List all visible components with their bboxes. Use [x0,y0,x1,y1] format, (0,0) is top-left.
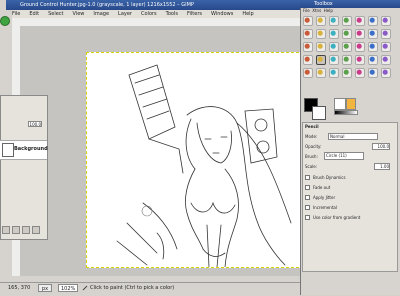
paintbrush-icon[interactable] [329,55,339,65]
layers-dock [0,95,48,240]
toolbox-menubar: File Xtns Help [303,8,399,14]
apply-jitter-label: Apply Jitter [313,195,336,200]
layer-name: Background [14,146,48,152]
brush-select[interactable]: Circle (11) [324,152,364,160]
perspective-clone-icon[interactable] [316,68,326,78]
rect-select-icon[interactable] [303,16,313,26]
foreground-select-icon[interactable] [381,16,391,26]
opacity-label: Opacity: [305,144,322,149]
gradient-color-checkbox[interactable] [305,215,310,220]
menu-edit[interactable]: Edit [29,10,39,18]
toolbox-menu-help[interactable]: Help [324,8,333,13]
image-canvas[interactable] [86,52,304,268]
brush-label: Brush: [305,154,318,159]
toolbox-menu-file[interactable]: File [303,8,310,13]
image-window-title: Ground Control Hunter.jpg-1.0 (grayscale… [20,2,194,8]
color-tool-icon[interactable] [368,68,378,78]
pointer-coordinates: 165, 370 [8,285,31,291]
scale-label: Scale: [305,164,318,169]
rotate-icon[interactable] [303,42,313,52]
flip-icon[interactable] [355,42,365,52]
ink-icon[interactable] [368,55,378,65]
blur-icon[interactable] [329,68,339,78]
heal-icon[interactable] [303,68,313,78]
pattern-preview[interactable] [346,98,356,110]
mode-label: Mode: [305,134,318,139]
ellipse-select-icon[interactable] [316,16,326,26]
text-icon[interactable] [368,42,378,52]
blend-icon[interactable] [303,55,313,65]
lower-layer-button[interactable] [22,226,30,234]
brush-dynamics-label: Brush Dynamics [313,175,346,180]
bucket-fill-icon[interactable] [381,42,391,52]
menu-filters[interactable]: Filters [187,10,202,18]
scale-field[interactable]: 1.00 [374,163,390,170]
measure-icon[interactable] [342,29,352,39]
sketch-drawing [116,64,292,268]
tool-grid [303,16,399,88]
brush-preview[interactable] [334,98,346,110]
zoom-select[interactable]: 102% [58,284,78,292]
fade-out-checkbox[interactable] [305,185,310,190]
brush-dynamics-expander[interactable] [305,175,310,180]
toolbox-menu-xtns[interactable]: Xtns [312,8,321,13]
status-hint: Click to paint (Ctrl to pick a color) [90,285,175,291]
select-by-color-icon[interactable] [355,16,365,26]
fade-out-label: Fade out [313,185,331,190]
airbrush-icon[interactable] [355,55,365,65]
image-window-titlebar[interactable]: Ground Control Hunter.jpg-1.0 (grayscale… [6,0,300,10]
menu-select[interactable]: Select [48,10,63,18]
delete-layer-button[interactable] [32,226,40,234]
new-layer-button[interactable] [2,226,10,234]
scissors-icon[interactable] [368,16,378,26]
gimp-status-icon [0,16,10,26]
paths-icon[interactable] [303,29,313,39]
opacity-field[interactable]: 100.0 [372,143,390,150]
gradient-color-label: Use color from gradient [313,215,361,220]
menu-view[interactable]: View [73,10,85,18]
menu-colors[interactable]: Colors [141,10,157,18]
layer-thumbnail [2,143,14,157]
menu-tools[interactable]: Tools [166,10,178,18]
pencil-icon [82,285,88,291]
eraser-icon[interactable] [342,55,352,65]
clone-icon[interactable] [381,55,391,65]
layer-buttons [2,226,46,236]
tool-options-title: Pencil [305,124,319,129]
shear-icon[interactable] [329,42,339,52]
units-select[interactable]: px [38,284,52,292]
raise-layer-button[interactable] [12,226,20,234]
perspective-icon[interactable] [342,42,352,52]
cage-icon[interactable] [381,68,391,78]
menu-file[interactable]: File [12,10,20,18]
crop-icon[interactable] [381,29,391,39]
lasso-icon[interactable] [329,16,339,26]
layer-opacity-field[interactable]: 100.0 [28,121,42,127]
move-icon[interactable] [355,29,365,39]
apply-jitter-checkbox[interactable] [305,195,310,200]
align-icon[interactable] [368,29,378,39]
menu-layer[interactable]: Layer [118,10,132,18]
smudge-icon[interactable] [342,68,352,78]
menu-image[interactable]: Image [93,10,109,18]
gradient-preview[interactable] [334,110,358,115]
background-color-swatch[interactable] [312,106,326,120]
mode-select[interactable]: Normal [328,133,378,140]
color-picker-icon[interactable] [316,29,326,39]
incremental-checkbox[interactable] [305,205,310,210]
incremental-label: Incremental [313,205,337,210]
menu-help[interactable]: Help [242,10,253,18]
toolbox-title[interactable]: Toolbox [300,0,400,8]
scale-icon[interactable] [316,42,326,52]
zoom-icon[interactable] [329,29,339,39]
menubar: File Edit Select View Image Layer Colors Tools F… [12,10,300,18]
pencil-icon[interactable] [316,55,326,65]
menu-windows[interactable]: Windows [211,10,233,18]
magic-wand-icon[interactable] [342,16,352,26]
dodge-burn-icon[interactable] [355,68,365,78]
